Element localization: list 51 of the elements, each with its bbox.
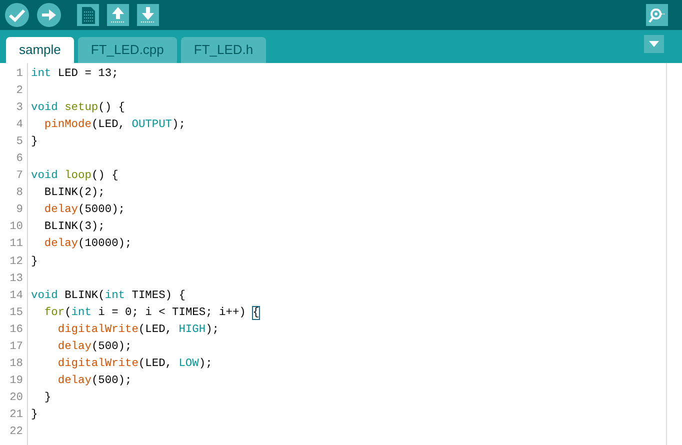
line-number: 3 xyxy=(16,102,23,114)
code-line: delay(500); xyxy=(56,374,132,389)
save-button[interactable] xyxy=(137,4,159,26)
file-tab[interactable]: FT_LED.cpp xyxy=(78,37,177,63)
code-line: void loop() { xyxy=(31,168,118,184)
line-number: 18 xyxy=(10,358,23,370)
code-line: pinMode(LED, OUTPUT); xyxy=(43,118,186,134)
code-line: BLINK(3); xyxy=(43,220,105,236)
line-number: 1 xyxy=(16,68,23,80)
code-line: void setup() { xyxy=(31,100,126,116)
new-button[interactable] xyxy=(77,4,99,26)
code-line: for(int i = 0; i < TIMES; i++) { xyxy=(43,306,260,321)
line-number: 2 xyxy=(16,85,23,98)
line-number: 22 xyxy=(10,426,23,438)
line-number: 17 xyxy=(10,340,23,353)
code-line: void BLINK(int TIMES) { xyxy=(31,288,186,304)
code-line: delay(500); xyxy=(56,340,132,355)
code-line: delay(10000); xyxy=(43,236,132,252)
code-line: } xyxy=(31,254,38,270)
line-number: 10 xyxy=(10,221,23,234)
file-tab[interactable]: FT_LED.h xyxy=(180,37,266,63)
file-tab[interactable]: sample xyxy=(6,37,74,63)
line-number: 15 xyxy=(10,306,23,319)
line-number: 13 xyxy=(10,272,23,285)
line-number: 16 xyxy=(10,324,23,336)
line-number: 21 xyxy=(10,408,23,421)
code-line: BLINK(2); xyxy=(43,186,105,202)
line-number: 20 xyxy=(10,392,23,404)
line-number: 6 xyxy=(16,153,23,166)
caret-icon xyxy=(649,41,659,47)
serial-monitor-button[interactable] xyxy=(646,4,668,26)
verify-button[interactable] xyxy=(5,3,29,27)
code-line: digitalWrite(LED, HIGH); xyxy=(56,322,220,338)
line-number: 19 xyxy=(10,374,23,387)
code-line: } xyxy=(31,134,38,150)
upload-button[interactable] xyxy=(37,3,61,27)
line-number: 9 xyxy=(16,204,23,216)
line-number: 5 xyxy=(16,136,23,148)
line-number: 4 xyxy=(16,119,23,132)
line-number: 14 xyxy=(10,290,23,302)
tab-menu-button[interactable] xyxy=(644,35,664,53)
line-number: 11 xyxy=(10,238,23,250)
open-button[interactable] xyxy=(107,4,129,26)
code-line: } xyxy=(31,408,38,423)
line-number: 7 xyxy=(16,170,23,182)
code-line: int LED = 13; xyxy=(31,66,118,82)
line-number: 8 xyxy=(16,187,23,200)
code-line: } xyxy=(43,390,52,406)
code-line: delay(5000); xyxy=(43,202,125,218)
code-line: digitalWrite(LED, LOW); xyxy=(56,356,212,372)
line-number: 12 xyxy=(10,256,23,268)
